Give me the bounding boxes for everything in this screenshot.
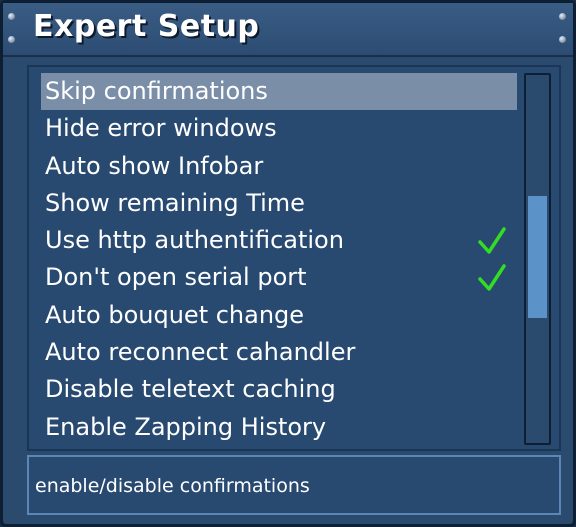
menu-item-label: Enable Zapping History — [45, 412, 327, 441]
menu-item-auto-reconnect-cahandler[interactable]: Auto reconnect cahandler — [41, 334, 517, 371]
menu-item-label: Show remaining Time — [45, 188, 305, 217]
scrollbar-thumb[interactable] — [528, 196, 547, 318]
menu-item-auto-bouquet-change[interactable]: Auto bouquet change — [41, 297, 517, 334]
screw-icon — [8, 36, 15, 43]
settings-list: Skip confirmations Hide error windows Au… — [41, 73, 517, 446]
expert-setup-window: Expert Setup Skip confirmations Hide err… — [0, 0, 576, 527]
checkmark-icon — [478, 264, 506, 292]
menu-item-disable-teletext-caching[interactable]: Disable teletext caching — [41, 371, 517, 408]
menu-item-label: Hide error windows — [45, 114, 277, 143]
menu-item-hide-error-windows[interactable]: Hide error windows — [41, 110, 517, 147]
menu-item-show-remaining-time[interactable]: Show remaining Time — [41, 185, 517, 222]
menu-item-label: Auto bouquet change — [45, 300, 305, 329]
window-title: Expert Setup — [33, 9, 260, 44]
menu-item-use-http-authentification[interactable]: Use http authentification — [41, 222, 517, 259]
menu-item-label: Auto show Infobar — [45, 151, 264, 180]
menu-item-enable-zapping-history[interactable]: Enable Zapping History — [41, 409, 517, 446]
checkmark-icon — [478, 227, 506, 254]
screw-icon — [559, 13, 566, 20]
screw-icon — [8, 13, 15, 20]
menu-item-label: Skip confirmations — [45, 77, 268, 105]
menu-item-label: Auto reconnect cahandler — [45, 338, 356, 367]
menu-item-label: Use http authentification — [45, 226, 344, 255]
menu-item-label: Disable teletext caching — [45, 375, 336, 404]
menu-item-auto-show-infobar[interactable]: Auto show Infobar — [41, 148, 517, 185]
title-bar: Expert Setup — [3, 3, 573, 57]
scrollbar[interactable] — [524, 73, 551, 445]
menu-item-skip-confirmations[interactable]: Skip confirmations — [41, 73, 517, 111]
settings-list-panel: Skip confirmations Hide error windows Au… — [27, 65, 561, 451]
status-description: enable/disable confirmations — [35, 475, 310, 497]
menu-item-dont-open-serial-port[interactable]: Don't open serial port — [41, 259, 517, 296]
screw-icon — [559, 36, 566, 43]
menu-item-label: Don't open serial port — [45, 263, 307, 292]
status-bar: enable/disable confirmations — [27, 455, 561, 515]
